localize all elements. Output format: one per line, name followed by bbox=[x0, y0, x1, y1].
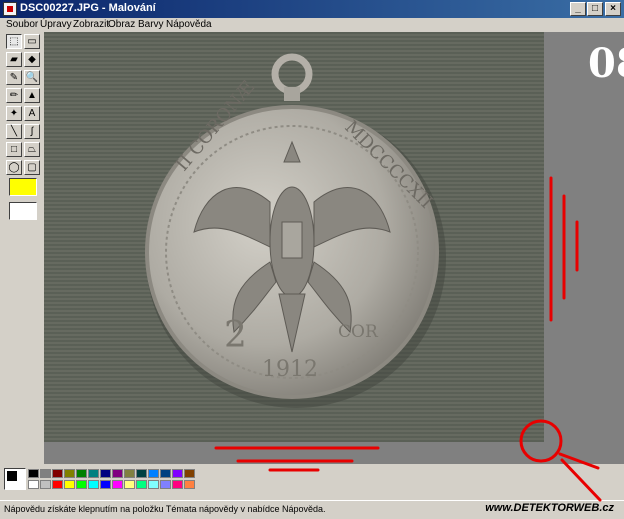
color-palette bbox=[0, 464, 624, 500]
foreground-color[interactable] bbox=[7, 471, 17, 481]
palette-color-swatch[interactable] bbox=[148, 480, 159, 489]
coin-currency: COR bbox=[338, 322, 379, 342]
menu-bar: Soubor Úpravy Zobrazit Obraz Barvy Nápov… bbox=[0, 18, 624, 32]
pick-color-icon[interactable]: ✎ bbox=[6, 70, 22, 85]
coin-loop-joint bbox=[284, 87, 300, 101]
line-icon[interactable]: ╲ bbox=[6, 124, 22, 139]
eraser-icon[interactable]: ▰ bbox=[6, 52, 22, 67]
menu-napoveda[interactable]: Nápověda bbox=[166, 18, 212, 32]
palette-color-swatch[interactable] bbox=[160, 469, 171, 478]
palette-color-swatch[interactable] bbox=[52, 480, 63, 489]
site-watermark: www.DETEKTORWEB.cz bbox=[485, 502, 614, 514]
palette-color-swatch[interactable] bbox=[28, 469, 39, 478]
palette-color-swatch[interactable] bbox=[148, 469, 159, 478]
current-colors[interactable] bbox=[4, 468, 26, 490]
photo-number-label: 08 bbox=[588, 40, 624, 87]
menu-barvy[interactable]: Barvy bbox=[138, 18, 164, 32]
opaque-option-icon[interactable] bbox=[9, 202, 37, 220]
status-text: Nápovědu získáte klepnutím na položku Té… bbox=[4, 504, 326, 514]
paint-app-icon[interactable] bbox=[3, 2, 17, 16]
palette-color-swatch[interactable] bbox=[100, 469, 111, 478]
palette-color-swatch[interactable] bbox=[76, 469, 87, 478]
status-bar: Nápovědu získáte klepnutím na položku Té… bbox=[0, 500, 624, 519]
menu-upravy[interactable]: Úpravy bbox=[40, 18, 72, 32]
close-button[interactable]: × bbox=[605, 2, 621, 16]
palette-color-swatch[interactable] bbox=[124, 480, 135, 489]
palette-color-swatch[interactable] bbox=[184, 469, 195, 478]
palette-color-swatch[interactable] bbox=[136, 480, 147, 489]
palette-color-swatch[interactable] bbox=[52, 469, 63, 478]
palette-color-swatch[interactable] bbox=[112, 480, 123, 489]
image-canvas[interactable]: II CORONÆ MDCCCCXII 2 COR 1912 bbox=[44, 32, 544, 442]
canvas-scroll-area: II CORONÆ MDCCCCXII 2 COR 1912 08 bbox=[44, 32, 624, 464]
title-bar[interactable]: DSC00227.JPG - Malování _ □ × bbox=[0, 0, 624, 18]
coin-photo: II CORONÆ MDCCCCXII 2 COR 1912 bbox=[145, 53, 446, 408]
palette-color-swatch[interactable] bbox=[184, 480, 195, 489]
curve-icon[interactable]: ∫ bbox=[24, 124, 40, 139]
text-icon[interactable]: A bbox=[24, 106, 40, 121]
palette-color-swatch[interactable] bbox=[40, 469, 51, 478]
palette-color-swatch[interactable] bbox=[88, 480, 99, 489]
ellipse-icon[interactable]: ◯ bbox=[6, 160, 22, 175]
palette-color-swatch[interactable] bbox=[160, 480, 171, 489]
palette-color-swatch[interactable] bbox=[76, 480, 87, 489]
work-area: ⬚ ▭ ▰ ◆ ✎ 🔍 ✏ ▲ ✦ A ╲ ∫ □ ⏢ ◯ ▢ II CORONÆ MDCCCCXII bbox=[0, 32, 624, 464]
transparent-option-icon[interactable] bbox=[9, 178, 37, 196]
palette-color-swatch[interactable] bbox=[112, 469, 123, 478]
menu-zobrazit[interactable]: Zobrazit bbox=[73, 18, 109, 32]
palette-color-swatch[interactable] bbox=[64, 480, 75, 489]
pencil-icon[interactable]: ✏ bbox=[6, 88, 22, 103]
rounded-rect-icon[interactable]: ▢ bbox=[24, 160, 40, 175]
palette-color-swatch[interactable] bbox=[64, 469, 75, 478]
palette-color-swatch[interactable] bbox=[88, 469, 99, 478]
menu-obraz[interactable]: Obraz bbox=[108, 18, 135, 32]
rect-select-icon[interactable]: ▭ bbox=[24, 34, 40, 49]
coin-year: 1912 bbox=[262, 357, 318, 382]
palette-color-swatch[interactable] bbox=[28, 480, 39, 489]
palette-color-swatch[interactable] bbox=[124, 469, 135, 478]
coin-denomination: 2 bbox=[224, 315, 247, 356]
menu-soubor[interactable]: Soubor bbox=[6, 18, 38, 32]
palette-color-swatch[interactable] bbox=[100, 480, 111, 489]
palette-color-swatch[interactable] bbox=[40, 480, 51, 489]
toolbox: ⬚ ▭ ▰ ◆ ✎ 🔍 ✏ ▲ ✦ A ╲ ∫ □ ⏢ ◯ ▢ bbox=[4, 32, 42, 464]
minimize-button[interactable]: _ bbox=[570, 2, 586, 16]
palette-color-swatch[interactable] bbox=[172, 480, 183, 489]
airbrush-icon[interactable]: ✦ bbox=[6, 106, 22, 121]
window-title: DSC00227.JPG - Malování bbox=[20, 2, 156, 14]
coin-loop bbox=[271, 53, 313, 95]
palette-color-swatch[interactable] bbox=[172, 469, 183, 478]
rectangle-icon[interactable]: □ bbox=[6, 142, 22, 157]
brush-icon[interactable]: ▲ bbox=[24, 88, 40, 103]
maximize-button[interactable]: □ bbox=[587, 2, 603, 16]
fill-icon[interactable]: ◆ bbox=[24, 52, 40, 67]
free-select-icon[interactable]: ⬚ bbox=[6, 34, 22, 49]
palette-color-swatch[interactable] bbox=[136, 469, 147, 478]
polygon-icon[interactable]: ⏢ bbox=[24, 142, 40, 157]
magnifier-icon[interactable]: 🔍 bbox=[24, 70, 40, 85]
